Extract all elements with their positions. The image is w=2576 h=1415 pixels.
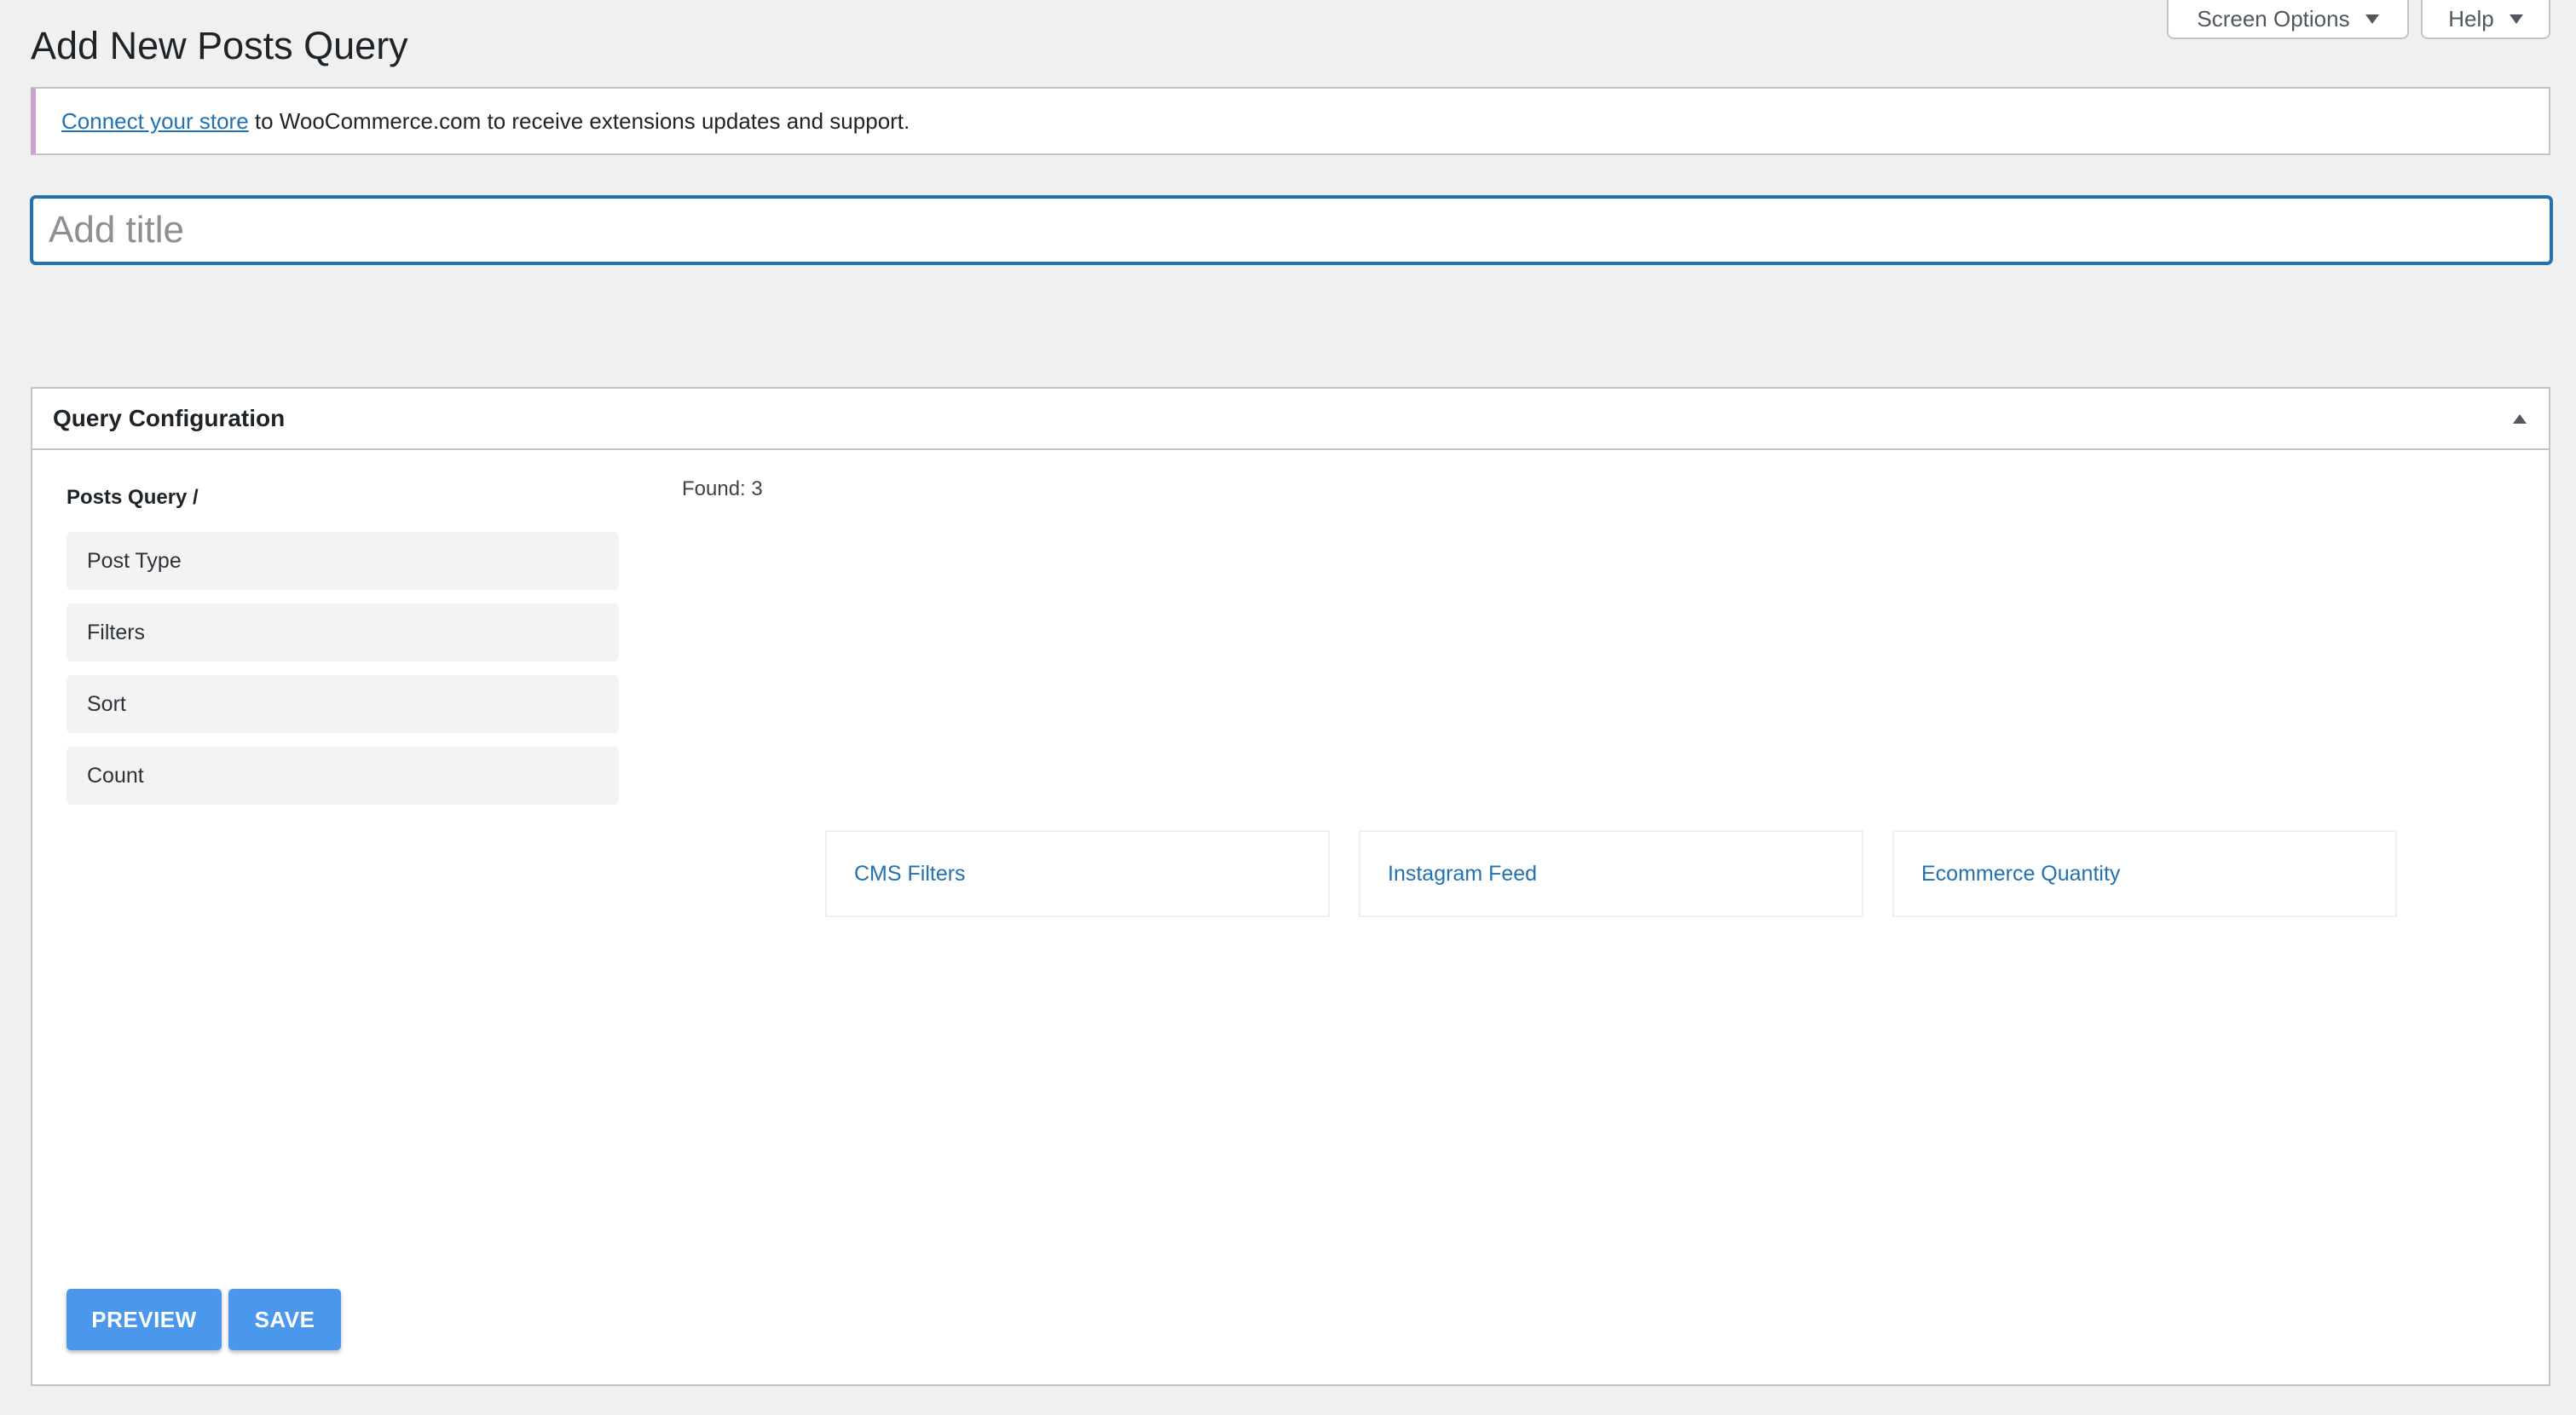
- result-card[interactable]: Instagram Feed: [1359, 830, 1863, 917]
- menu-item-sort[interactable]: Sort: [66, 675, 619, 733]
- collapse-toggle-icon[interactable]: [2513, 413, 2527, 424]
- query-actions: PREVIEW SAVE: [66, 1289, 341, 1350]
- menu-item-post-type[interactable]: Post Type: [66, 532, 619, 590]
- woocommerce-notice: Connect your store to WooCommerce.com to…: [31, 87, 2550, 155]
- result-card[interactable]: Ecommerce Quantity: [1892, 830, 2397, 917]
- query-configuration-box: Query Configuration Posts Query / Post T…: [31, 387, 2550, 1386]
- caret-down-icon: [2365, 14, 2379, 24]
- menu-item-filters[interactable]: Filters: [66, 604, 619, 661]
- screen-meta-links: Screen Options Help: [2167, 0, 2550, 39]
- title-input[interactable]: [31, 196, 2552, 264]
- result-card[interactable]: CMS Filters: [825, 830, 1330, 917]
- breadcrumb: Posts Query /: [66, 486, 199, 509]
- help-button[interactable]: Help: [2421, 0, 2550, 39]
- notice-text: to WooCommerce.com to receive extensions…: [248, 107, 910, 134]
- menu-item-count[interactable]: Count: [66, 747, 619, 805]
- query-configuration-heading: Query Configuration: [53, 405, 286, 431]
- connect-store-link[interactable]: Connect your store: [61, 108, 249, 135]
- save-button[interactable]: SAVE: [228, 1289, 341, 1350]
- caret-down-icon: [2509, 14, 2523, 24]
- found-count: Found: 3: [682, 477, 763, 500]
- help-label: Help: [2448, 5, 2494, 32]
- screen-options-button[interactable]: Screen Options: [2167, 0, 2409, 39]
- query-side-menu: Post Type Filters Sort Count: [66, 532, 619, 818]
- page-title: Add New Posts Query: [31, 24, 408, 67]
- screen-options-label: Screen Options: [2197, 5, 2350, 32]
- query-configuration-header[interactable]: Query Configuration: [32, 389, 2549, 450]
- result-cards: CMS Filters Instagram Feed Ecommerce Qua…: [825, 830, 2397, 917]
- preview-button[interactable]: PREVIEW: [66, 1289, 222, 1350]
